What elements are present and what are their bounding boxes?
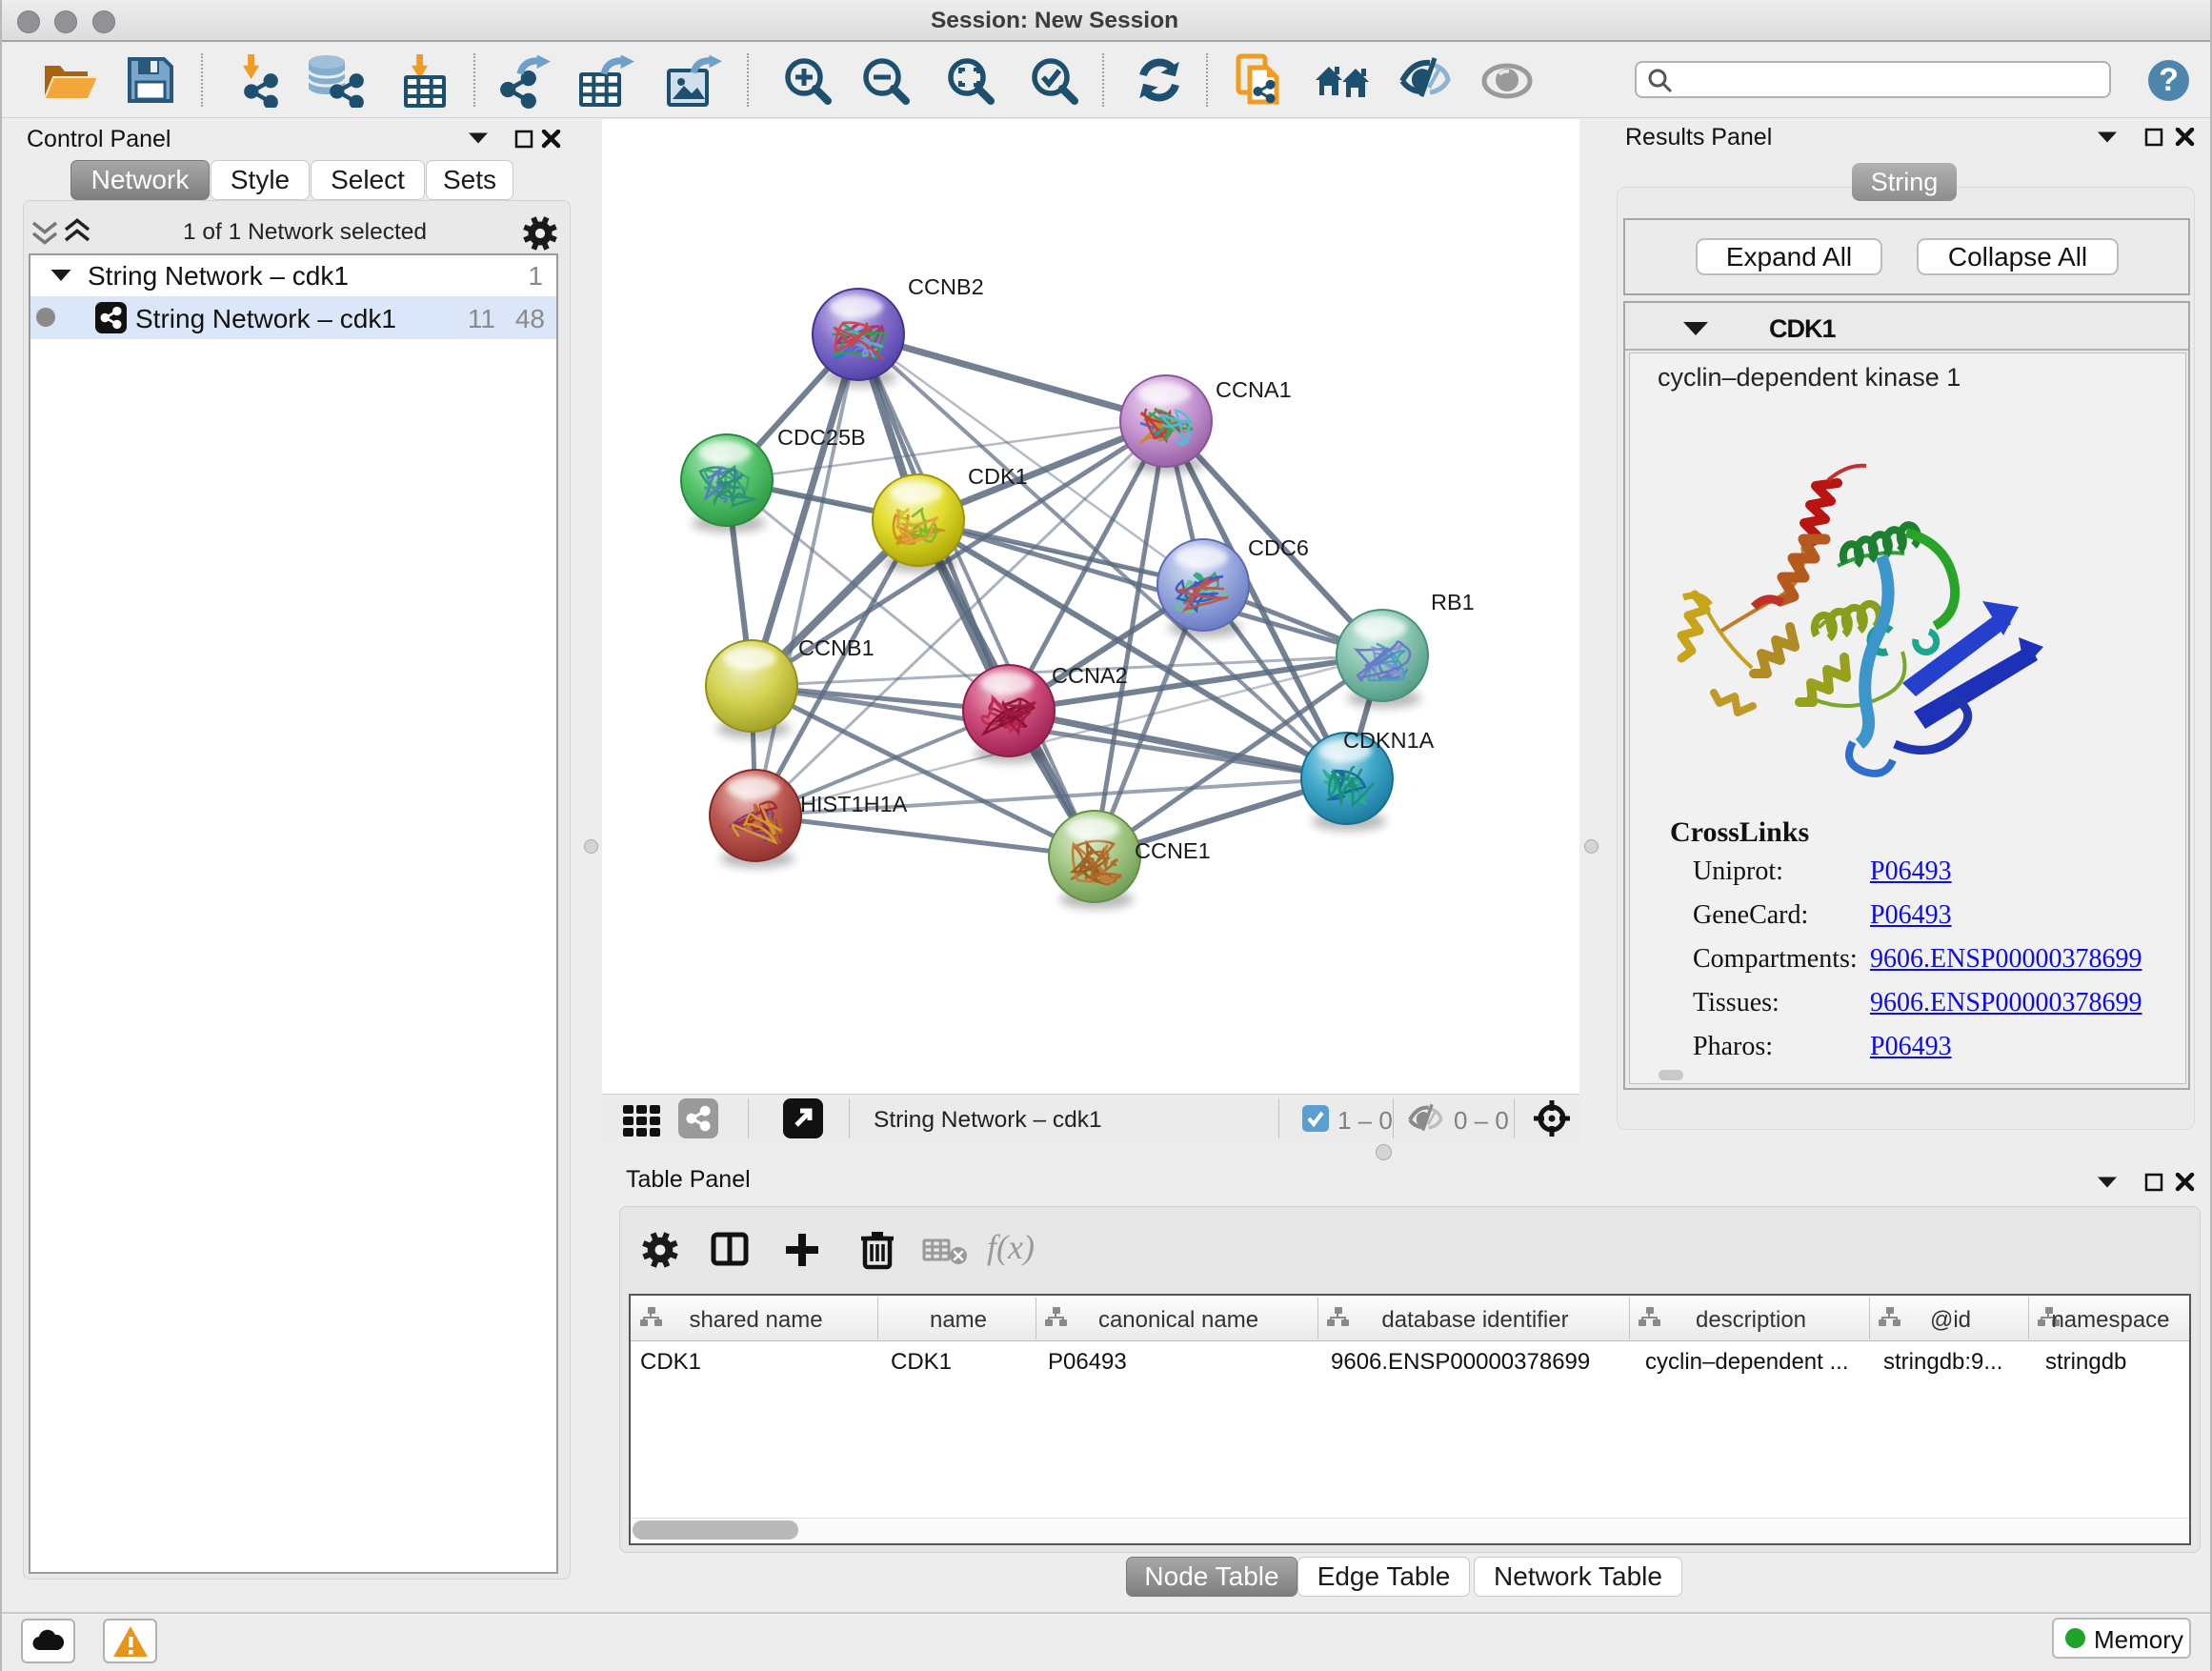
svg-text:HIST1H1A: HIST1H1A [800, 792, 908, 816]
svg-text:RB1: RB1 [1431, 590, 1475, 614]
svg-text:CDC6: CDC6 [1248, 535, 1309, 560]
svg-text:CCNA1: CCNA1 [1216, 377, 1292, 402]
svg-text:CCNE1: CCNE1 [1135, 838, 1211, 863]
svg-text:CDK1: CDK1 [968, 464, 1028, 489]
svg-text:CCNB1: CCNB1 [798, 635, 875, 660]
svg-text:CDKN1A: CDKN1A [1343, 728, 1435, 753]
svg-text:CDC25B: CDC25B [777, 425, 866, 450]
svg-text:CCNB2: CCNB2 [908, 274, 984, 299]
svg-text:CCNA2: CCNA2 [1052, 663, 1128, 688]
